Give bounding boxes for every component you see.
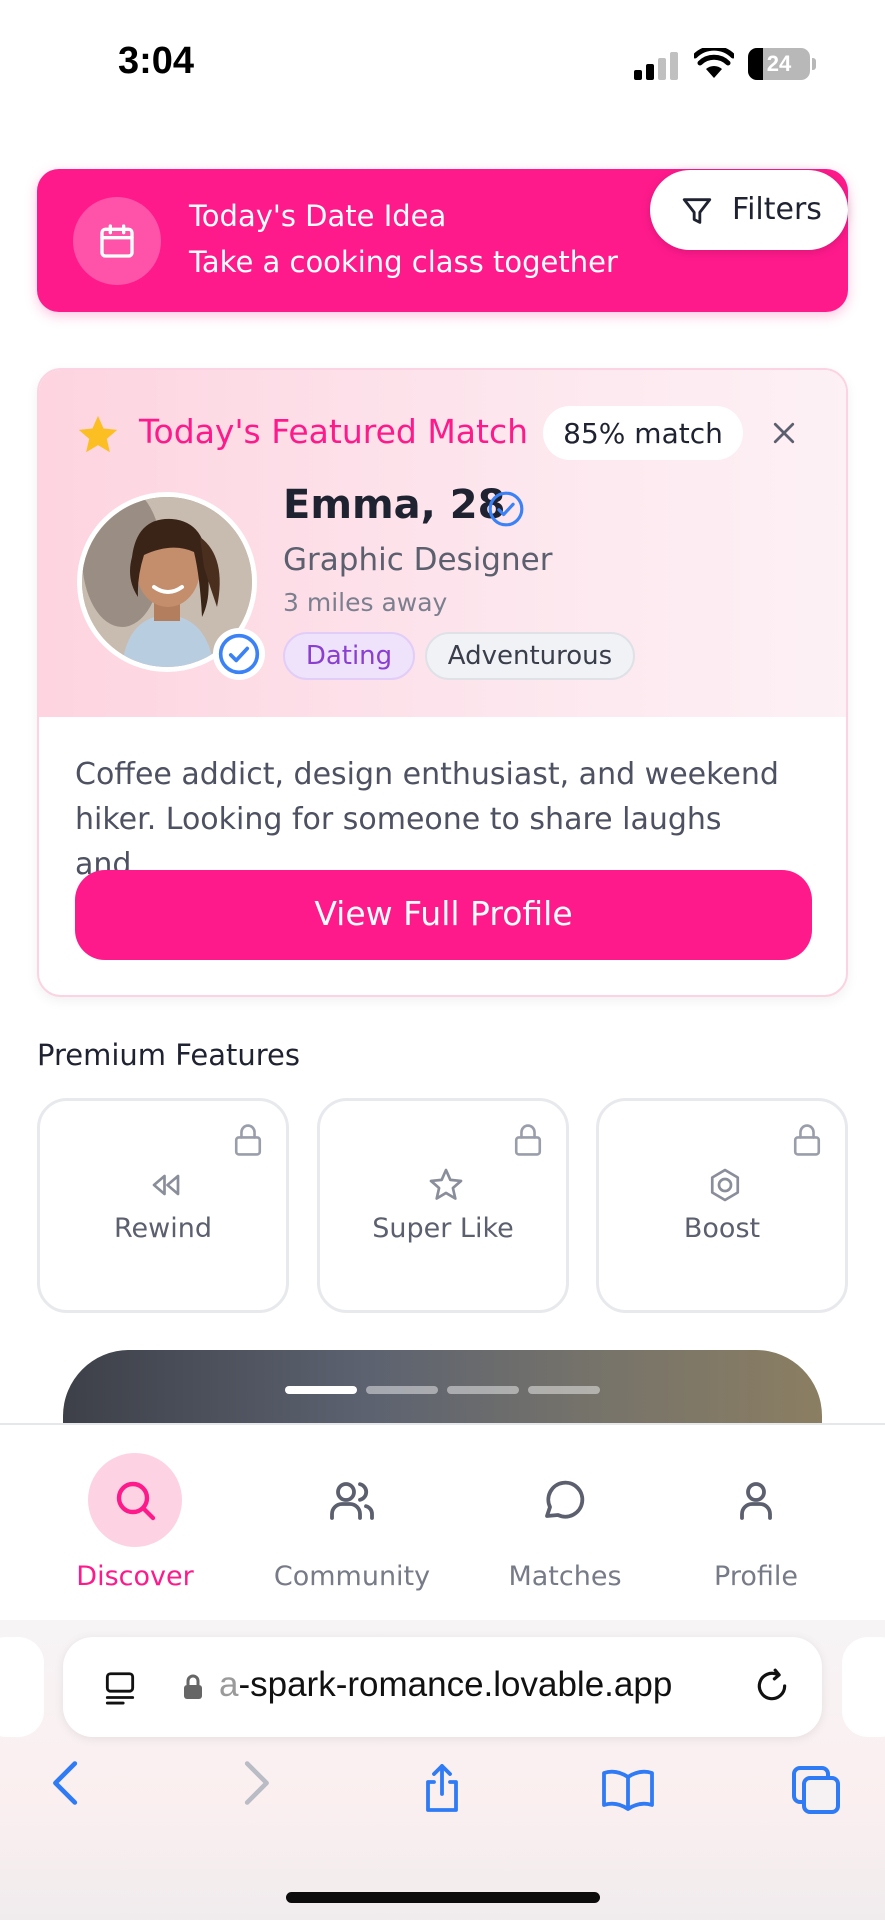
users-icon (330, 1482, 374, 1520)
featured-match-card: Today's Featured Match 85% match Emma, 2… (37, 368, 848, 997)
match-percent-badge: 85% match (543, 406, 743, 460)
url-prefix: a (219, 1665, 239, 1704)
bookmarks-icon[interactable] (600, 1766, 656, 1812)
match-name: Emma, 28 (283, 482, 506, 528)
lock-icon (793, 1124, 821, 1156)
status-time: 3:04 (118, 40, 195, 82)
premium-rewind-label: Rewind (114, 1213, 212, 1244)
nav-profile[interactable]: Profile (676, 1453, 836, 1603)
view-full-profile-button[interactable]: View Full Profile (75, 870, 812, 960)
status-bar: 3:04 24 (0, 0, 885, 130)
tag-adventurous: Adventurous (425, 632, 635, 680)
verified-badge-icon (213, 628, 265, 680)
nav-community-label: Community (273, 1561, 431, 1592)
premium-features-heading: Premium Features (37, 1038, 300, 1072)
premium-rewind-card[interactable]: Rewind (37, 1098, 289, 1313)
match-percent: 85% match (563, 417, 723, 450)
carousel-indicator (366, 1386, 438, 1394)
lock-icon (184, 1674, 202, 1699)
date-idea-title: Today's Date Idea (189, 199, 447, 233)
search-icon (116, 1481, 156, 1521)
chat-bubble-icon (545, 1480, 585, 1519)
reload-icon[interactable] (753, 1667, 791, 1705)
nav-discover-label: Discover (76, 1561, 194, 1592)
filters-button[interactable]: Filters (650, 170, 848, 250)
star-icon (78, 415, 118, 453)
calendar-icon (73, 197, 161, 285)
tag-dating: Dating (283, 632, 415, 680)
nav-discover[interactable]: Discover (55, 1453, 215, 1603)
share-icon[interactable] (418, 1762, 466, 1814)
rewind-icon (152, 1174, 180, 1196)
nav-matches-label: Matches (508, 1561, 622, 1592)
match-bio: Coffee addict, design enthusiast, and we… (75, 757, 779, 882)
lock-icon (234, 1124, 262, 1156)
match-occupation: Graphic Designer (283, 542, 553, 578)
cellular-signal-icon (634, 52, 680, 80)
premium-boost-card[interactable]: Boost (596, 1098, 848, 1313)
view-full-profile-label: View Full Profile (314, 894, 573, 933)
url-domain: -spark-romance.lovable.app (238, 1665, 673, 1704)
carousel-indicator (528, 1386, 600, 1394)
wifi-icon (694, 48, 734, 78)
star-outline-icon (429, 1168, 463, 1200)
premium-super-like-label: Super Like (372, 1213, 514, 1244)
filter-icon (682, 198, 712, 224)
nav-profile-label: Profile (714, 1561, 798, 1592)
match-distance: 3 miles away (283, 588, 448, 617)
previous-tab-preview[interactable] (0, 1637, 44, 1737)
boost-icon (710, 1168, 740, 1202)
forward-icon[interactable] (238, 1760, 274, 1806)
bottom-navigation: Discover Community Matches Profile (0, 1423, 885, 1620)
featured-match-title: Today's Featured Match (139, 412, 529, 451)
url-text: a-spark-romance.lovable.app (219, 1665, 672, 1705)
carousel-indicator (447, 1386, 519, 1394)
nav-community[interactable]: Community (272, 1453, 432, 1603)
next-tab-preview[interactable] (842, 1637, 885, 1737)
close-icon[interactable] (769, 418, 799, 448)
user-icon (740, 1482, 772, 1520)
reader-menu-icon[interactable] (101, 1669, 139, 1707)
tabs-overview-icon[interactable] (790, 1764, 842, 1816)
premium-super-like-card[interactable]: Super Like (317, 1098, 569, 1313)
date-idea-text: Take a cooking class together (189, 245, 618, 279)
lock-icon (514, 1124, 542, 1156)
filters-label: Filters (732, 192, 822, 227)
address-bar[interactable]: a-spark-romance.lovable.app (63, 1637, 822, 1737)
verified-check-icon (488, 491, 524, 527)
nav-matches[interactable]: Matches (485, 1453, 645, 1603)
battery-level: 24 (766, 51, 792, 76)
home-indicator (286, 1892, 600, 1903)
battery-icon: 24 (748, 48, 810, 80)
carousel-indicator (285, 1386, 357, 1394)
back-icon[interactable] (48, 1760, 84, 1806)
browser-toolbar: a-spark-romance.lovable.app (0, 1620, 885, 1920)
premium-boost-label: Boost (683, 1213, 761, 1244)
